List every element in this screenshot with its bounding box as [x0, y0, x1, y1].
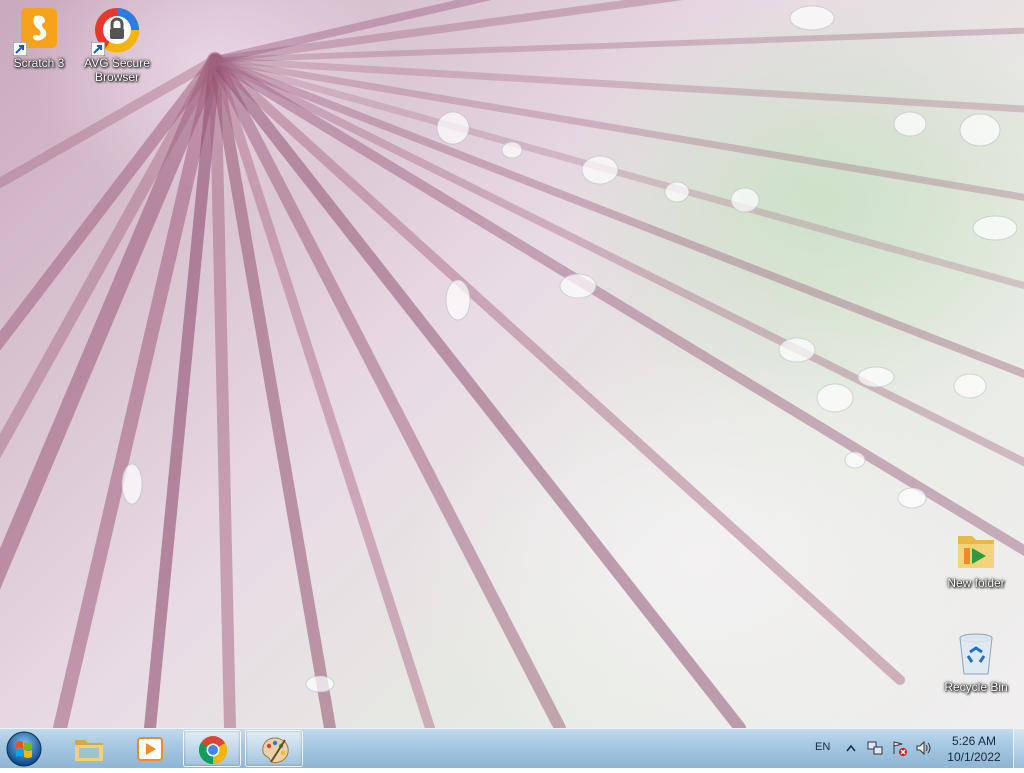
language-indicator[interactable]: EN: [815, 741, 830, 753]
volume-icon[interactable]: [915, 740, 931, 756]
action-center-icon[interactable]: [891, 740, 907, 756]
desktop[interactable]: Scratch 3 AVG Secure Browser New folder …: [0, 0, 1024, 728]
chrome-icon: [199, 736, 227, 764]
paint-palette-icon: [262, 737, 289, 764]
shortcut-arrow-icon: [91, 42, 105, 56]
desktop-icon-label: AVG Secure Browser: [84, 56, 150, 84]
show-desktop-button[interactable]: [1013, 729, 1024, 769]
recycle-bin-icon: [952, 630, 1000, 678]
windows-start-orb-icon: [6, 731, 42, 767]
desktop-icon-new-folder[interactable]: New folder: [938, 526, 1014, 590]
scratch-icon: [13, 6, 63, 56]
clock-date: 10/1/2022: [947, 750, 1001, 764]
clock[interactable]: 5:26 AM 10/1/2022: [935, 733, 1013, 765]
desktop-icon-scratch-3[interactable]: Scratch 3: [1, 6, 77, 70]
start-button[interactable]: [5, 730, 43, 768]
network-icon[interactable]: [867, 740, 883, 756]
desktop-icon-label: New folder: [947, 576, 1005, 590]
wallpaper-image: [0, 0, 1024, 728]
desktop-icon-label: Scratch 3: [13, 56, 65, 70]
folder-icon: [952, 526, 1000, 574]
avg-secure-browser-icon: [91, 6, 141, 56]
show-hidden-icons-chevron-icon[interactable]: [846, 740, 856, 756]
folder-icon: [75, 740, 103, 761]
taskbar-button-paint[interactable]: [245, 730, 303, 767]
desktop-icon-avg-secure-browser[interactable]: AVG Secure Browser: [79, 6, 155, 84]
desktop-icon-label: Recycle Bin: [944, 680, 1008, 694]
taskbar-button-media-player[interactable]: [121, 730, 179, 767]
shortcut-arrow-icon: [13, 42, 27, 56]
desktop-icon-recycle-bin[interactable]: Recycle Bin: [938, 630, 1014, 694]
taskbar-button-windows-explorer[interactable]: [60, 730, 118, 767]
taskbar-button-google-chrome[interactable]: [183, 730, 241, 767]
media-player-icon: [137, 737, 163, 761]
clock-time: 5:26 AM: [951, 734, 997, 748]
taskbar: EN 5:26 AM 10/1/2022: [0, 728, 1024, 769]
